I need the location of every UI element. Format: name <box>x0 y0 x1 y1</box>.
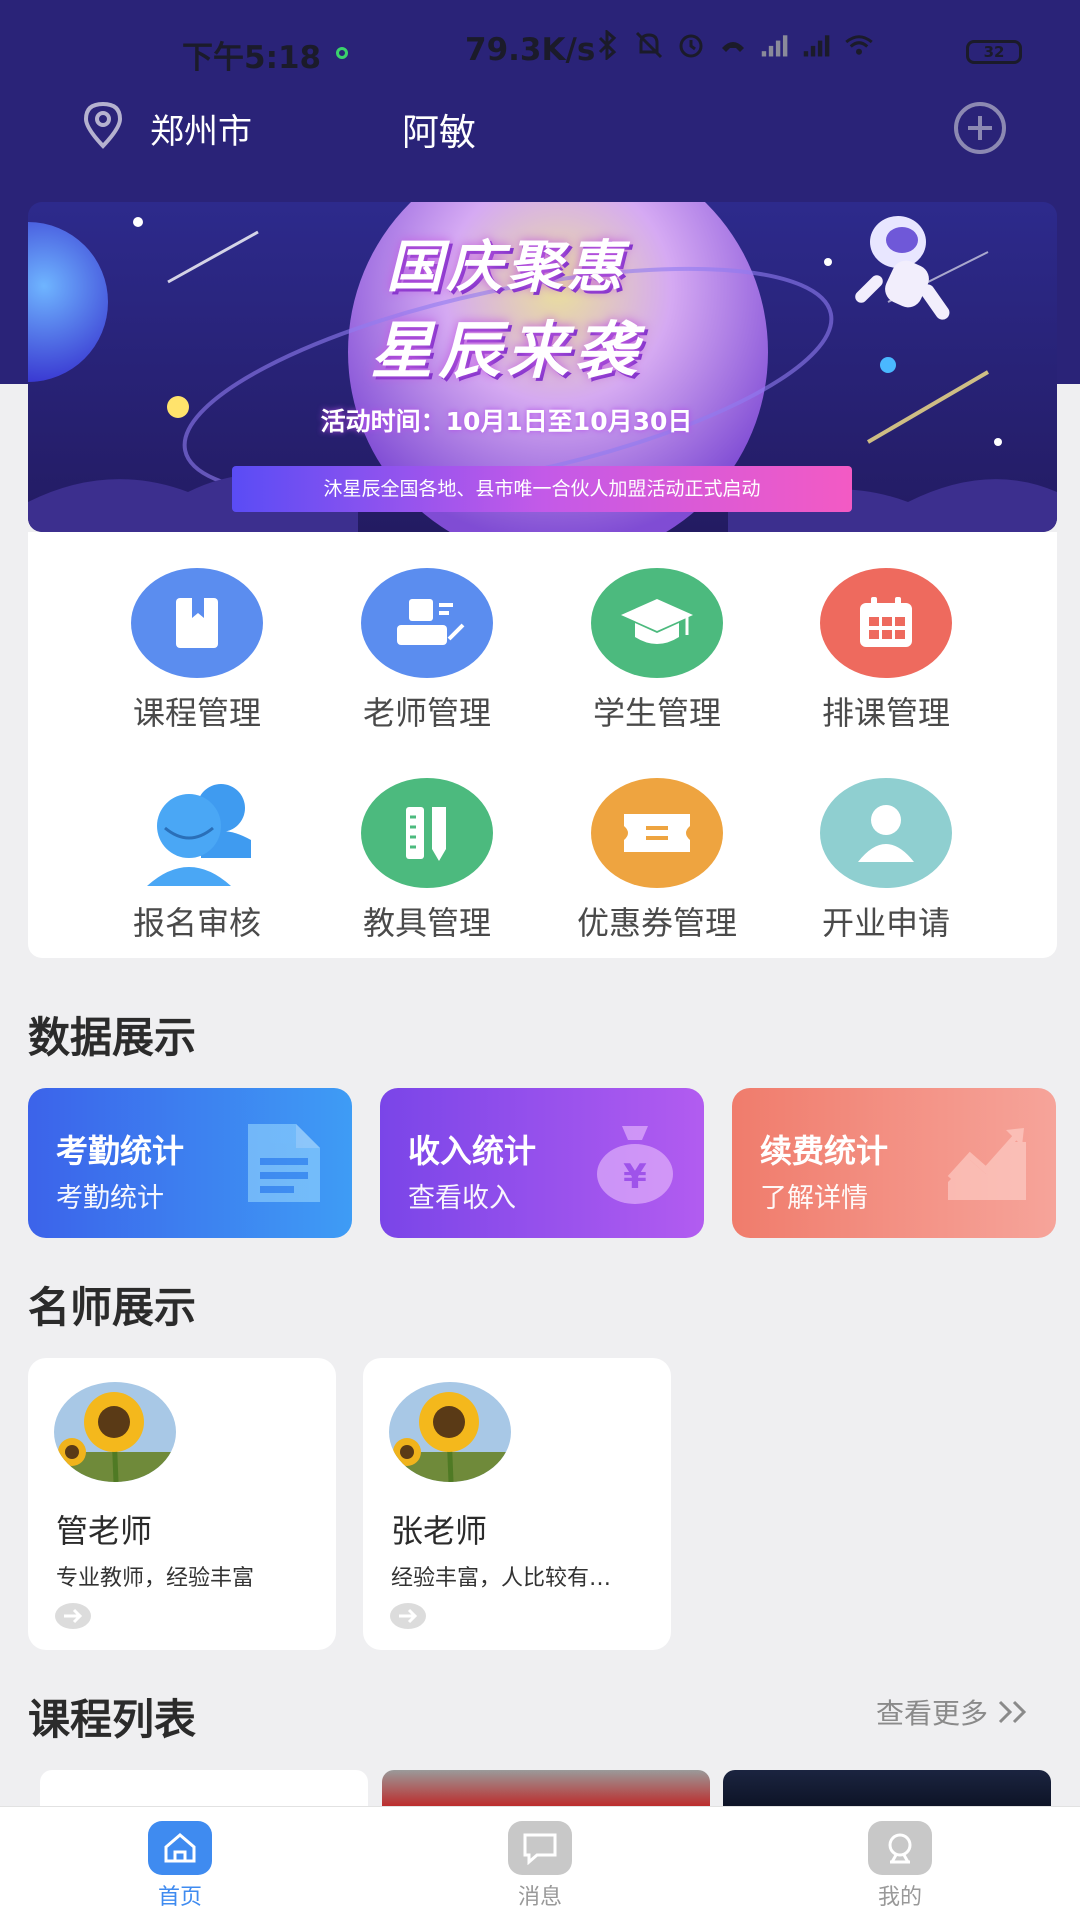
course-thumbnail[interactable] <box>40 1770 368 1810</box>
grid-item-teaching-aids[interactable]: 教具管理 <box>327 778 527 944</box>
status-time: 下午5:18 <box>182 40 322 76</box>
message-icon <box>508 1821 572 1875</box>
avatar <box>389 1382 511 1482</box>
teacher-icon <box>361 568 493 678</box>
svg-text:¥: ¥ <box>623 1157 647 1197</box>
bluetooth-icon <box>592 30 622 60</box>
banner-title-line2: 星辰来袭 <box>370 314 643 387</box>
tab-label: 我的 <box>877 1885 922 1910</box>
grid-label: 教具管理 <box>362 904 491 942</box>
see-more-label: 查看更多 <box>876 1697 989 1730</box>
banner-date: 活动时间：10月1日至10月30日 <box>320 407 693 436</box>
teacher-description: 专业教师，经验丰富 <box>56 1566 255 1591</box>
tab-messages[interactable]: 消息 <box>480 1821 600 1911</box>
teacher-card[interactable]: 张老师 经验丰富，人比较有… <box>363 1358 671 1650</box>
teacher-card[interactable]: 管老师 专业教师，经验丰富 <box>28 1358 336 1650</box>
tab-label: 消息 <box>517 1885 562 1910</box>
course-thumbnail[interactable] <box>382 1770 710 1810</box>
function-grid: 课程管理 老师管理 学生管理 排课管理 报名审核 教具管理 优惠券管理 开业申请 <box>28 532 1057 958</box>
tab-profile[interactable]: 我的 <box>840 1821 960 1911</box>
username: 阿敏 <box>402 111 476 154</box>
add-icon[interactable] <box>952 100 1008 156</box>
ruler-pencil-icon <box>361 778 493 888</box>
grid-label: 课程管理 <box>132 694 261 732</box>
section-title-data: 数据展示 <box>28 1013 197 1062</box>
person-icon <box>820 778 952 888</box>
stat-card-income[interactable]: 收入统计 查看收入 ¥ <box>380 1088 704 1238</box>
wifi-icon <box>844 30 874 60</box>
graduation-cap-icon <box>591 568 723 678</box>
profile-icon <box>868 1821 932 1875</box>
stat-subtitle: 了解详情 <box>760 1183 868 1214</box>
grid-label: 排课管理 <box>821 694 950 732</box>
stat-title: 续费统计 <box>760 1132 889 1170</box>
grid-item-course[interactable]: 课程管理 <box>97 568 297 734</box>
teacher-name: 管老师 <box>56 1512 153 1550</box>
tab-label: 首页 <box>157 1885 202 1910</box>
arrow-right-icon[interactable] <box>54 1602 92 1630</box>
grid-label: 优惠券管理 <box>576 904 737 942</box>
bottom-tab-bar: 首页 消息 我的 <box>0 1806 1080 1920</box>
grid-label: 开业申请 <box>821 904 950 942</box>
grid-item-coupon[interactable]: 优惠券管理 <box>557 778 757 944</box>
home-icon <box>148 1821 212 1875</box>
course-thumbnail[interactable] <box>723 1770 1051 1810</box>
trend-chart-icon <box>944 1120 1030 1206</box>
stat-subtitle: 考勤统计 <box>56 1183 164 1214</box>
battery-indicator: 32 <box>966 40 1022 64</box>
document-icon <box>240 1120 326 1206</box>
status-bar: 下午5:18 79.3K/s 32 <box>0 0 1080 100</box>
calendar-icon <box>820 568 952 678</box>
avatar <box>54 1382 176 1482</box>
tab-home[interactable]: 首页 <box>120 1821 240 1911</box>
signal-icon-1 <box>760 30 790 60</box>
banner-strip: 沐星辰全国各地、县市唯一合伙人加盟活动正式启动 <box>232 466 852 512</box>
alarm-icon <box>676 30 706 60</box>
grid-item-teacher[interactable]: 老师管理 <box>327 568 527 734</box>
double-chevron-right-icon <box>998 1700 1027 1724</box>
promo-banner[interactable]: 国庆聚惠 星辰来袭 活动时间：10月1日至10月30日 沐星辰全国各地、县市唯一… <box>28 202 1057 532</box>
grid-label: 老师管理 <box>362 694 491 732</box>
stat-title: 考勤统计 <box>56 1132 185 1170</box>
mute-bell-icon <box>634 30 664 60</box>
banner-title-line1: 国庆聚惠 <box>386 235 627 300</box>
stat-title: 收入统计 <box>408 1132 537 1170</box>
stat-card-renewal[interactable]: 续费统计 了解详情 <box>732 1088 1056 1238</box>
users-icon <box>131 778 263 888</box>
teacher-name: 张老师 <box>391 1512 488 1550</box>
see-more-link[interactable]: 查看更多 <box>876 1692 1030 1732</box>
grid-item-opening-apply[interactable]: 开业申请 <box>786 778 986 944</box>
city-selector[interactable]: 郑州市 <box>150 104 252 153</box>
grid-item-enroll-review[interactable]: 报名审核 <box>97 778 297 944</box>
network-speed: 79.3K/s <box>465 32 596 68</box>
location-pin-icon[interactable] <box>80 100 126 150</box>
grid-item-schedule[interactable]: 排课管理 <box>786 568 986 734</box>
book-icon <box>131 568 263 678</box>
grid-label: 报名审核 <box>132 904 261 942</box>
signal-icon-2 <box>802 30 832 60</box>
status-icons <box>592 30 874 60</box>
ticket-icon <box>591 778 723 888</box>
teacher-description: 经验丰富，人比较有… <box>391 1566 612 1591</box>
notification-dot-icon <box>336 47 348 59</box>
grid-label: 学生管理 <box>592 694 721 732</box>
grid-item-student[interactable]: 学生管理 <box>557 568 757 734</box>
call-off-icon <box>718 30 748 60</box>
money-bag-icon: ¥ <box>592 1120 678 1206</box>
section-title-teachers: 名师展示 <box>28 1283 197 1332</box>
stat-card-attendance[interactable]: 考勤统计 考勤统计 <box>28 1088 352 1238</box>
stat-subtitle: 查看收入 <box>408 1183 516 1214</box>
section-title-courses: 课程列表 <box>28 1695 197 1744</box>
arrow-right-icon[interactable] <box>389 1602 427 1630</box>
